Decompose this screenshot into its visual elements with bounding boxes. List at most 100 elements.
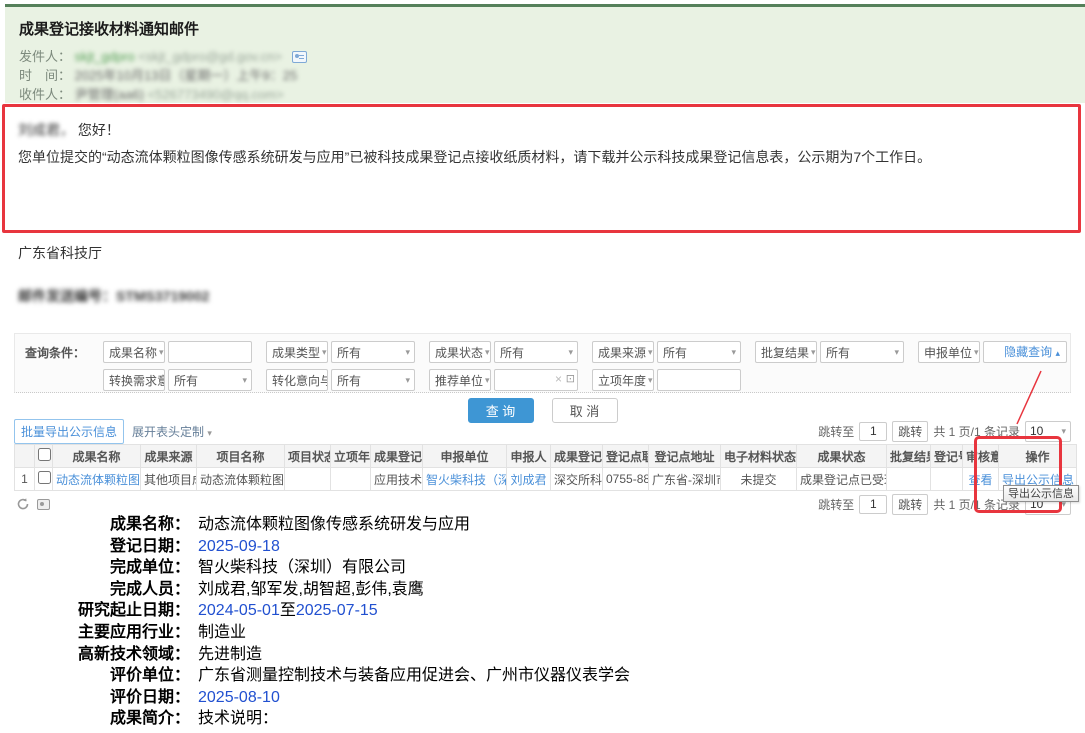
chevron-down-icon: ▾ [485,375,490,386]
detail-label: 评价单位： [58,665,190,687]
hide-query-link[interactable]: 隐藏查询 ▴ [1004,343,1060,360]
detail-row: 评价日期：2025-08-10 [58,687,630,709]
filter-value-select[interactable]: 所有▾ [168,369,252,391]
filter-field-label: 成果名称 [109,344,157,361]
detail-row: 成果名称：动态流体颗粒图像传感系统研发与应用 [58,514,630,536]
expand-header-link[interactable]: 展开表头定制 ▾ [132,423,212,440]
filter-field-select[interactable]: 申报单位▾ [918,341,980,363]
filter-value-select[interactable]: 所有▾ [657,341,741,363]
filter-group: 成果状态▾所有▾ [429,341,578,363]
filter-group: 立项年度▾ [592,369,741,391]
filter-input[interactable] [657,369,741,391]
from-address: <skjt_gdpro@gd.gov.cn> [138,49,282,64]
filter-input[interactable] [168,341,252,363]
signature: 广东省科技厅 [18,243,102,263]
cell-registration-type: 应用技术 [371,468,423,491]
snapshot-icon[interactable] [37,499,50,510]
filter-field-select[interactable]: 批复结果▾ [755,341,817,363]
filter-group: 推荐单位▾ × ⊡ [429,369,578,391]
filter-field-select[interactable]: 成果名称▾ [103,341,165,363]
filter-field-select[interactable]: 转化意向与▾ [266,369,328,391]
detail-value: 技术说明： [190,708,278,730]
from-label: 发件人： [19,49,71,64]
select-all-checkbox[interactable] [38,448,51,461]
filter-value-label: 所有 [337,372,361,389]
filter-field-select[interactable]: 成果状态▾ [429,341,491,363]
cell-checkbox [35,468,53,491]
cell-review-opinion[interactable]: 查看 [963,468,999,491]
export-tooltip: 导出公示信息 [1003,485,1079,502]
header-registration-contact: 登记点联系方式 [603,445,649,468]
goto-page-input[interactable] [859,422,887,441]
goto-button[interactable]: 跳转 [892,494,928,515]
cell-applicant[interactable]: 刘成君 [507,468,551,491]
filter-field-select[interactable]: 成果类型▾ [266,341,328,363]
detail-row: 研究起止日期：2024-05-01至2025-07-15 [58,600,630,622]
detail-value: 先进制造 [190,644,262,666]
from-name: skjt_gdpro [75,49,135,64]
detail-value: 广东省测量控制技术与装备应用促进会、广州市仪器仪表学会 [190,665,630,687]
header-applicant: 申报人 [507,445,551,468]
row-checkbox[interactable] [38,471,51,484]
header-achievement-status: 成果状态 [797,445,887,468]
filter-field-label: 申报单位 [924,344,972,361]
filter-input-wrap [657,369,741,391]
mail-send-number: 邮件发送编号：STMS3719002 [18,286,209,306]
greeting: 您好！ [78,122,120,138]
detail-row: 登记日期：2025-09-18 [58,536,630,558]
filter-value-select[interactable]: 所有▾ [494,341,578,363]
batch-export-button[interactable]: 批量导出公示信息 [14,419,124,444]
filter-field-select[interactable]: 转换需求意▾ [103,369,165,391]
header-achievement-source: 成果来源 [141,445,197,468]
email-body: 刘成君， 您好！ 您单位提交的“动态流体颗粒图像传感系统研发与应用”已被科技成果… [18,117,1038,171]
detail-label: 研究起止日期： [58,600,190,622]
goto-page-input[interactable] [859,495,887,514]
filter-field-select[interactable]: 立项年度▾ [592,369,654,391]
cancel-button[interactable]: 取 消 [552,398,618,423]
goto-button[interactable]: 跳转 [892,421,928,442]
detail-label: 评价日期： [58,687,190,709]
chevron-down-icon: ▾ [322,347,327,358]
table-row: 1动态流体颗粒图像传感...其他项目成果动态流体颗粒图像传感...应用技术智火柴… [15,468,1077,491]
chevron-down-icon: ▾ [731,347,736,358]
chevron-down-icon: ▾ [1061,426,1066,437]
cell-applicant-unit[interactable]: 智火柴科技（深圳）有... [423,468,507,491]
detail-date-value: 2025-07-15 [296,602,378,619]
detail-label: 完成单位： [58,557,190,579]
picker-icon[interactable]: ⊡ [566,372,575,385]
cell-registration-point: 深交所科技... [551,468,603,491]
filter-field-label: 转化意向与 [272,372,328,389]
refresh-icon[interactable] [16,497,30,511]
detail-text-value: 先进制造 [198,646,262,663]
filter-field-select[interactable]: 成果来源▾ [592,341,654,363]
chevron-down-icon: ▾ [207,428,212,438]
cell-achievement-source: 其他项目成果 [141,468,197,491]
header-applicant-unit: 申报单位 [423,445,507,468]
detail-text-value: 广东省测量控制技术与装备应用促进会、广州市仪器仪表学会 [198,667,630,684]
filter-field-label: 转换需求意 [109,372,165,389]
cell-registration-no [931,468,963,491]
query-conditions-label: 查询条件： [25,344,89,361]
filter-value-select[interactable]: 所有▾ [331,369,415,391]
detail-row: 高新技术领域：先进制造 [58,644,630,666]
search-button[interactable]: 查 询 [468,398,534,423]
filter-value-select[interactable]: 所有▾ [820,341,904,363]
filter-value-select[interactable]: 所有▾ [331,341,415,363]
chevron-up-icon: ▴ [1055,348,1060,358]
header-registration-no: 登记号 [931,445,963,468]
chevron-down-icon: ▾ [242,375,247,386]
chevron-down-icon: ▾ [485,347,490,358]
header-registration-type: 成果登记类型 [371,445,423,468]
header-review-opinion: 审核意见 [963,445,999,468]
filter-field-label: 成果来源 [598,344,646,361]
email-subject: 成果登记接收材料通知邮件 [19,21,199,38]
contact-card-icon[interactable] [292,51,307,63]
filter-field-select[interactable]: 推荐单位▾ [429,369,491,391]
page-size-select[interactable]: 10▾ [1025,421,1071,442]
filter-group: 成果名称▾ [103,341,252,363]
filter-value-label: 所有 [337,344,361,361]
notification-paragraph: 您单位提交的“动态流体颗粒图像传感系统研发与应用”已被科技成果登记点接收纸质材料… [18,144,1038,171]
clear-icon[interactable]: × [555,372,562,386]
filter-group: 成果来源▾所有▾ [592,341,741,363]
cell-achievement-name[interactable]: 动态流体颗粒图像传感... [53,468,141,491]
